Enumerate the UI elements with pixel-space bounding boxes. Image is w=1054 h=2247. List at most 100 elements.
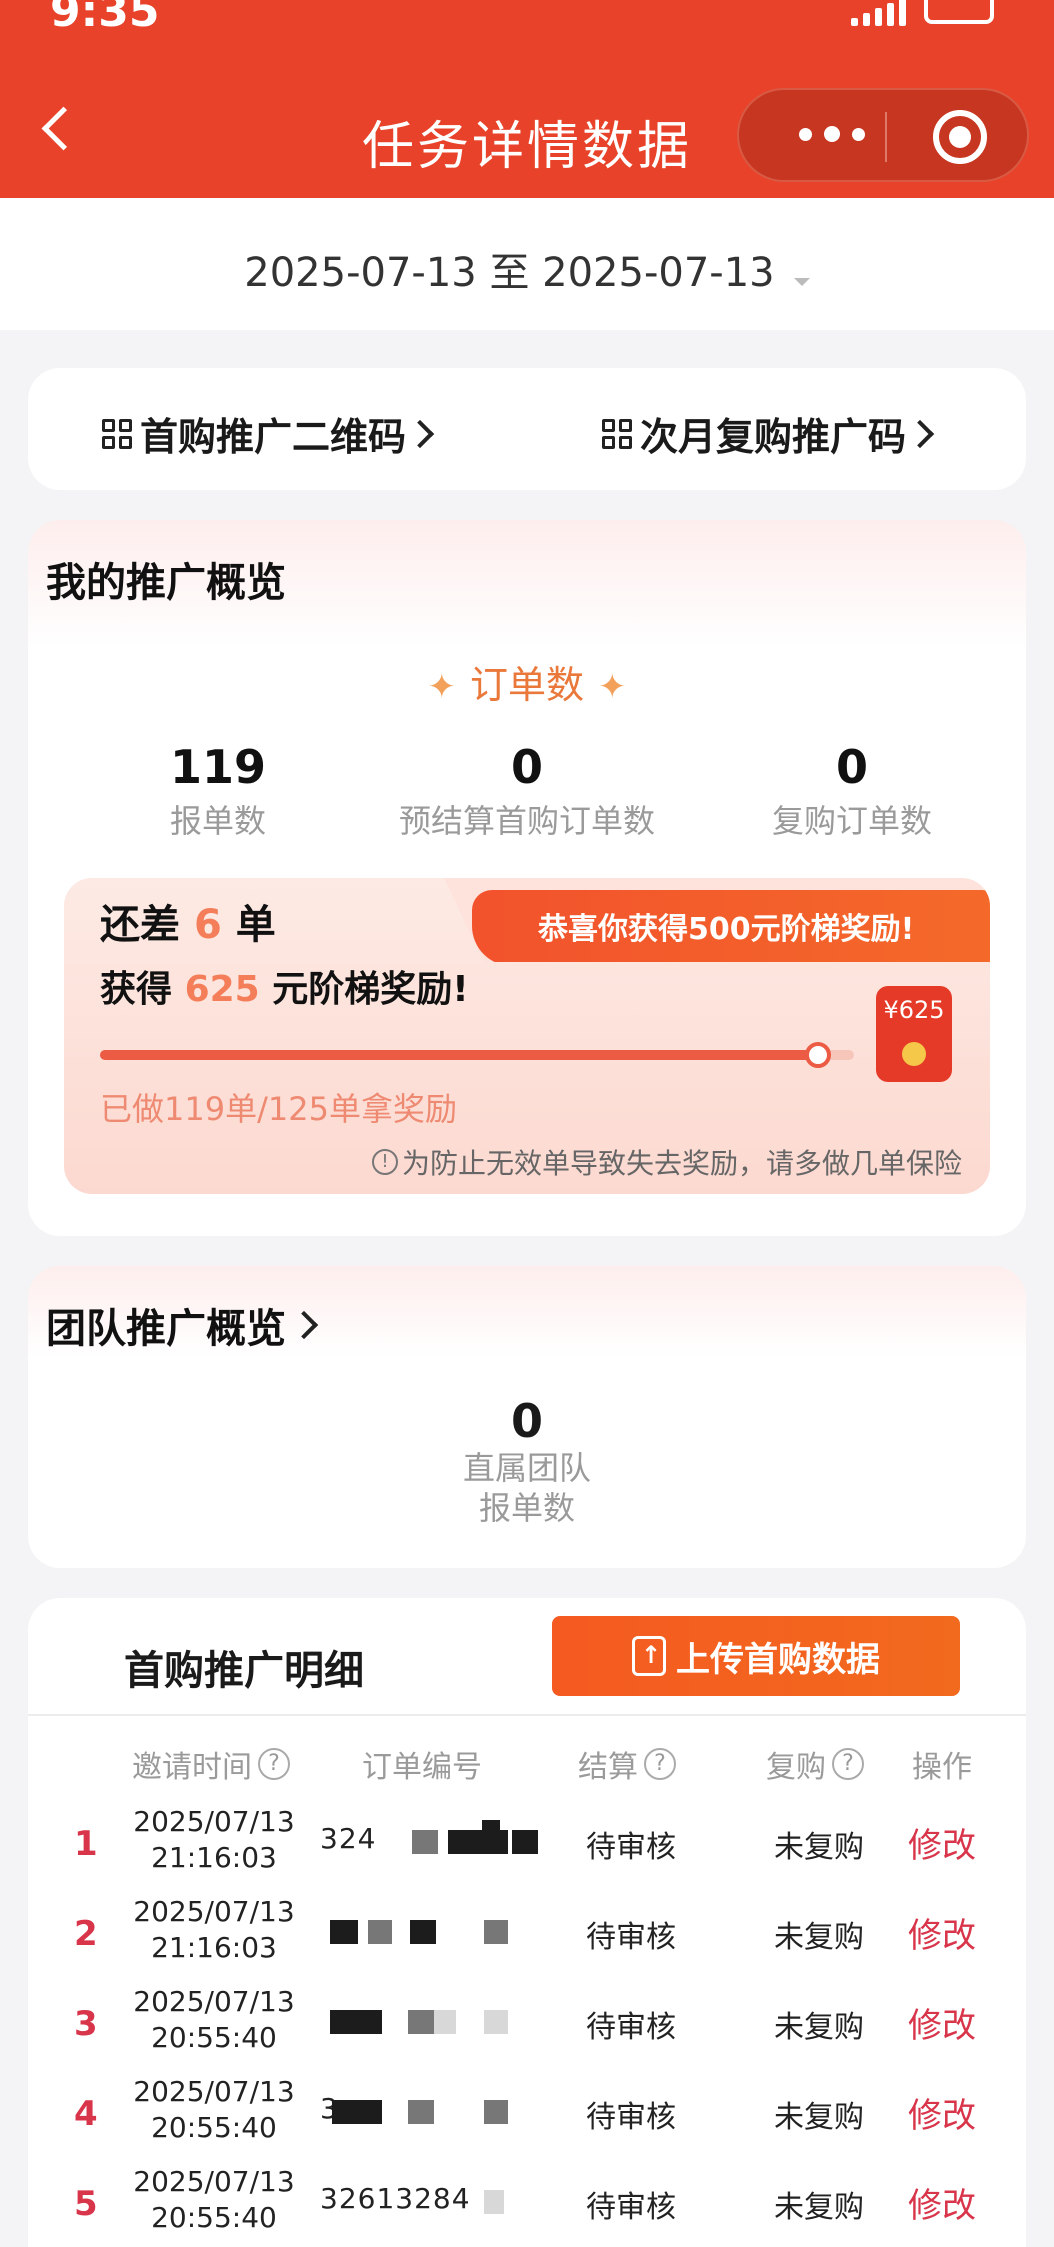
reward-progress-bar bbox=[100, 1042, 854, 1068]
close-target-icon[interactable] bbox=[933, 110, 987, 164]
divider bbox=[28, 1714, 1026, 1716]
reward-amount-prefix: 获得 bbox=[100, 969, 173, 1010]
reward-progress-text: 已做119单/125单拿奖励 bbox=[100, 1090, 457, 1128]
row-repurchase-status: 未复购 bbox=[774, 2010, 864, 2045]
redaction-block bbox=[512, 1830, 538, 1854]
reward-box: 恭喜你获得500元阶梯奖励! 还差 6 单 获得 625 元阶梯奖励! ¥625… bbox=[64, 878, 990, 1194]
capsule-divider bbox=[885, 112, 887, 162]
metric-repurchase-orders: 0 复购订单数 bbox=[712, 740, 992, 842]
col-header-order: 订单编号 bbox=[362, 1742, 482, 1786]
row-edit-link[interactable]: 修改 bbox=[908, 2088, 976, 2137]
repurchase-qr-link[interactable]: 次月复购推广码 bbox=[602, 406, 935, 461]
status-time: 9:35 bbox=[50, 0, 160, 37]
row-settle-status: 待审核 bbox=[586, 2190, 676, 2225]
redaction-block bbox=[330, 2010, 382, 2034]
row-index: 1 bbox=[74, 1824, 98, 1864]
reward-amount-suffix: 元阶梯奖励! bbox=[272, 969, 469, 1010]
row-edit-link[interactable]: 修改 bbox=[908, 1818, 976, 1867]
redaction-block bbox=[484, 2100, 508, 2124]
table-row: 1 2025/07/13 21:16:03 324 待审核 未复购 修改 bbox=[28, 1800, 1026, 1890]
row-clock: 21:16:03 bbox=[151, 1841, 277, 1874]
row-clock: 20:55:40 bbox=[151, 2111, 277, 2144]
team-metric: 0 直属团队 报单数 bbox=[387, 1394, 667, 1528]
date-range-text: 2025-07-13 至 2025-07-13 bbox=[244, 250, 775, 296]
row-settle-status: 待审核 bbox=[586, 1920, 676, 1955]
row-edit-link[interactable]: 修改 bbox=[908, 1998, 976, 2047]
battery-icon bbox=[924, 0, 994, 24]
row-repurchase-status: 未复购 bbox=[774, 1920, 864, 1955]
table-row: 2 2025/07/13 21:16:03 待审核 未复购 修改 bbox=[28, 1890, 1026, 1980]
col-header-action: 操作 bbox=[912, 1742, 972, 1786]
row-date: 2025/07/13 bbox=[133, 1805, 295, 1838]
reward-remaining-prefix: 还差 bbox=[100, 902, 180, 948]
redaction-block bbox=[410, 1920, 436, 1944]
row-order-number: 324 bbox=[320, 1822, 377, 1855]
team-metric-value: 0 bbox=[510, 1394, 543, 1448]
qr-code-icon bbox=[602, 418, 632, 449]
team-overview-card: 团队推广概览 0 直属团队 报单数 bbox=[28, 1266, 1026, 1568]
row-index: 5 bbox=[74, 2184, 98, 2224]
help-icon[interactable]: ? bbox=[832, 1748, 864, 1780]
redaction-block bbox=[408, 2010, 434, 2034]
metric-value: 119 bbox=[169, 740, 267, 794]
metric-presettle-orders: 0 预结算首购订单数 bbox=[387, 740, 667, 842]
redaction-block bbox=[412, 1830, 438, 1854]
mini-program-capsule bbox=[737, 88, 1029, 182]
detail-title: 首购推广明细 bbox=[124, 1648, 364, 1694]
col-header-settle: 结算 ? bbox=[578, 1742, 676, 1786]
row-time: 2025/07/13 20:55:40 bbox=[114, 2074, 314, 2146]
reward-amount-line: 获得 625 元阶梯奖励! bbox=[100, 960, 469, 1012]
upload-button-label: 上传首购数据 bbox=[676, 1639, 880, 1680]
help-icon[interactable]: ? bbox=[644, 1748, 676, 1780]
reward-note-text: 为防止无效单导致失去奖励，请多做几单保险 bbox=[401, 1147, 962, 1180]
date-range-selector[interactable]: 2025-07-13 至 2025-07-13 bbox=[0, 198, 1054, 330]
col-header-repurchase: 复购 ? bbox=[766, 1742, 864, 1786]
metric-label: 复购订单数 bbox=[771, 802, 932, 840]
redaction-block bbox=[484, 2190, 504, 2214]
row-index: 2 bbox=[74, 1914, 98, 1954]
sparkle-icon: ✦ bbox=[598, 667, 627, 707]
row-order-number: 32613284 bbox=[320, 2182, 471, 2215]
qr-links-card: 首购推广二维码 次月复购推广码 bbox=[28, 368, 1026, 490]
metric-value: 0 bbox=[510, 740, 543, 794]
first-purchase-qr-link[interactable]: 首购推广二维码 bbox=[102, 406, 435, 461]
team-metric-label-2: 报单数 bbox=[478, 1489, 575, 1527]
header-bar: 9:35 任务详情数据 bbox=[0, 0, 1054, 198]
help-icon[interactable]: ? bbox=[258, 1748, 290, 1780]
redaction-block bbox=[434, 2010, 456, 2034]
red-packet-icon: ¥625 bbox=[876, 986, 952, 1082]
overview-title: 我的推广概览 bbox=[46, 560, 286, 606]
row-date: 2025/07/13 bbox=[133, 2165, 295, 2198]
col-header-time: 邀请时间 ? bbox=[132, 1742, 290, 1786]
row-edit-link[interactable]: 修改 bbox=[908, 2178, 976, 2227]
team-metric-label-1: 直属团队 bbox=[462, 1449, 591, 1487]
row-repurchase-status: 未复购 bbox=[774, 2100, 864, 2135]
reward-remaining-count: 6 bbox=[193, 902, 222, 948]
table-row: 5 2025/07/13 20:55:40 32613284 待审核 未复购 修改 bbox=[28, 2160, 1026, 2247]
upload-icon bbox=[632, 1636, 666, 1676]
reward-remaining: 还差 6 单 bbox=[100, 892, 276, 950]
col-header-settle-label: 结算 bbox=[578, 1750, 638, 1785]
redaction-block bbox=[368, 1920, 392, 1944]
redaction-block bbox=[332, 2100, 382, 2124]
chevron-right-icon bbox=[289, 1310, 319, 1340]
metric-head-label: 订单数 bbox=[469, 663, 584, 707]
upload-first-purchase-button[interactable]: 上传首购数据 bbox=[552, 1616, 960, 1696]
reward-badge: 恭喜你获得500元阶梯奖励! bbox=[472, 890, 990, 966]
row-index: 4 bbox=[74, 2094, 98, 2134]
metric-orders-reported: 119 报单数 bbox=[78, 740, 358, 842]
row-index: 3 bbox=[74, 2004, 98, 2044]
row-date: 2025/07/13 bbox=[133, 1895, 295, 1928]
qr-code-icon bbox=[102, 418, 132, 449]
table-row: 3 2025/07/13 20:55:40 待审核 未复购 修改 bbox=[28, 1980, 1026, 2070]
more-options-icon[interactable] bbox=[799, 126, 865, 142]
reward-note: ! 为防止无效单导致失去奖励，请多做几单保险 bbox=[371, 1142, 962, 1182]
team-overview-title: 团队推广概览 bbox=[46, 1306, 286, 1352]
row-settle-status: 待审核 bbox=[586, 1830, 676, 1865]
team-overview-link[interactable]: 团队推广概览 bbox=[46, 1296, 319, 1354]
col-header-repurchase-label: 复购 bbox=[766, 1750, 826, 1785]
row-edit-link[interactable]: 修改 bbox=[908, 1908, 976, 1957]
metric-value: 0 bbox=[835, 740, 868, 794]
sparkle-icon: ✦ bbox=[427, 667, 456, 707]
chevron-right-icon bbox=[405, 419, 435, 448]
